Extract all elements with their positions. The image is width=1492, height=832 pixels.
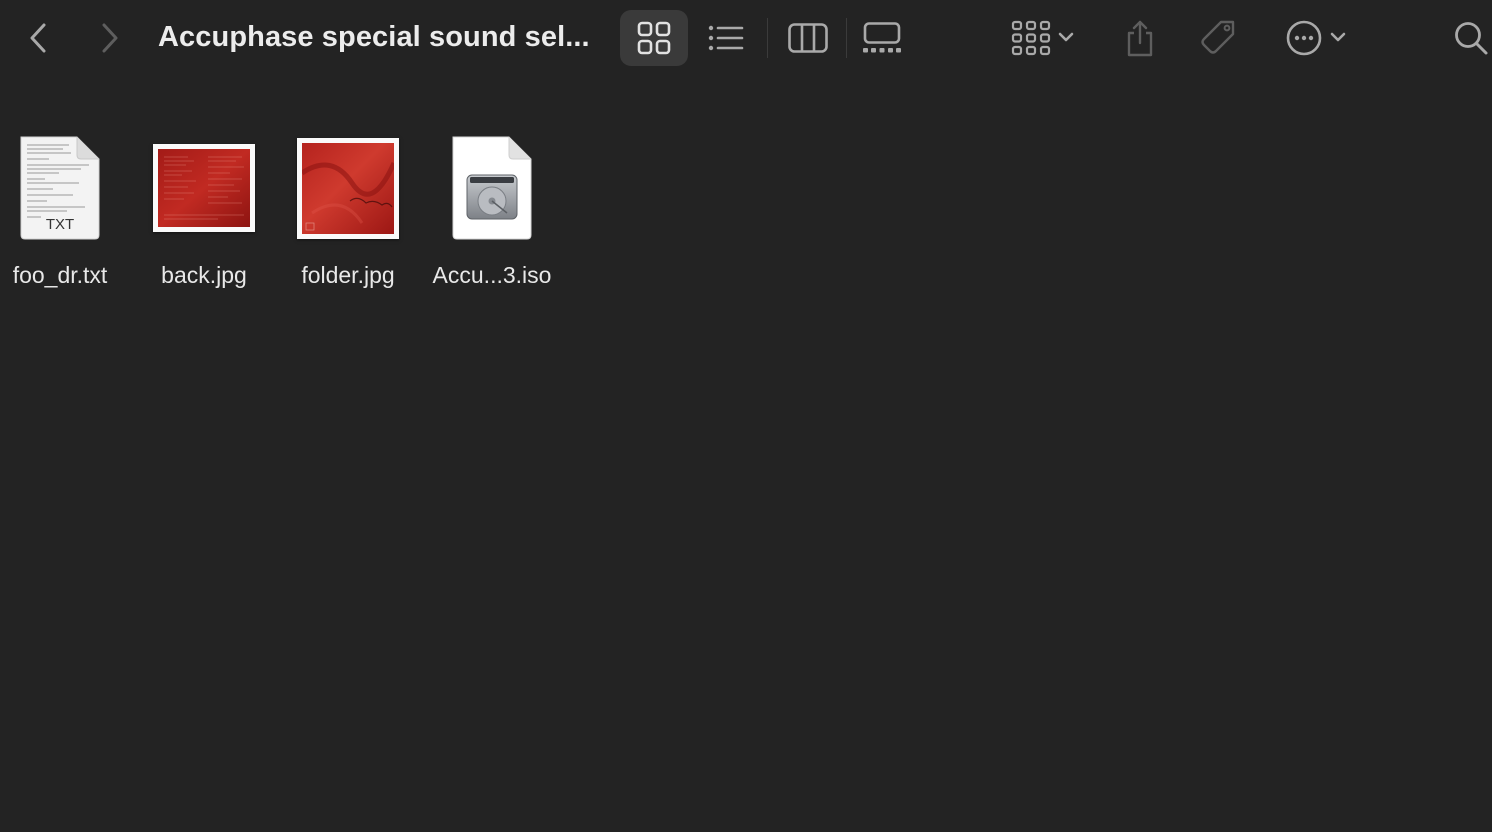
list-view-button[interactable] (700, 12, 752, 64)
file-item[interactable]: folder.jpg (276, 130, 420, 300)
chevron-left-icon (30, 23, 46, 53)
file-type-badge: TXT (45, 216, 75, 233)
forward-button[interactable] (90, 16, 130, 60)
list-icon (708, 25, 744, 51)
icon-view-button[interactable] (620, 10, 688, 66)
columns-icon (788, 23, 828, 53)
chevron-down-icon (1330, 32, 1346, 42)
search-button[interactable] (1450, 12, 1492, 64)
file-item[interactable]: Accu...3.iso (420, 130, 564, 300)
file-grid: TXT foo_dr.txt back.jpg folder.jpg Accu.… (0, 100, 1492, 360)
group-icon (1011, 20, 1051, 56)
gallery-icon (863, 22, 901, 53)
group-button[interactable] (1004, 12, 1088, 64)
gallery-view-button[interactable] (856, 12, 908, 64)
file-name: folder.jpg (301, 262, 395, 288)
image-thumbnail (153, 144, 255, 232)
search-icon (1455, 22, 1488, 55)
tag-icon (1201, 20, 1235, 54)
share-button[interactable] (1118, 12, 1162, 64)
back-cover-image (158, 149, 250, 227)
share-icon (1127, 20, 1153, 57)
image-thumbnail (297, 137, 399, 239)
ellipsis-circle-icon (1286, 20, 1322, 56)
front-cover-image (302, 142, 394, 234)
file-item[interactable]: TXT foo_dr.txt (0, 130, 132, 300)
tags-button[interactable] (1194, 12, 1244, 64)
chevron-down-icon (1058, 32, 1074, 42)
toolbar-divider (846, 18, 847, 58)
file-item[interactable]: back.jpg (132, 130, 276, 300)
column-view-button[interactable] (780, 12, 836, 64)
toolbar: Accuphase special sound sel... (0, 0, 1492, 76)
file-thumbnail (420, 130, 564, 246)
action-menu-button[interactable] (1280, 12, 1358, 64)
file-thumbnail (132, 130, 276, 246)
toolbar-divider (767, 18, 768, 58)
file-name: back.jpg (161, 262, 247, 288)
back-button[interactable] (18, 16, 58, 60)
finder-window: Accuphase special sound sel... TXT foo_d… (0, 0, 1492, 832)
file-thumbnail (276, 130, 420, 246)
file-name: foo_dr.txt (12, 262, 108, 288)
disk-image-icon (452, 136, 532, 240)
file-name: Accu...3.iso (432, 262, 552, 288)
chevron-right-icon (102, 23, 118, 53)
grid-icon (637, 21, 671, 55)
window-title: Accuphase special sound sel... (158, 21, 590, 53)
